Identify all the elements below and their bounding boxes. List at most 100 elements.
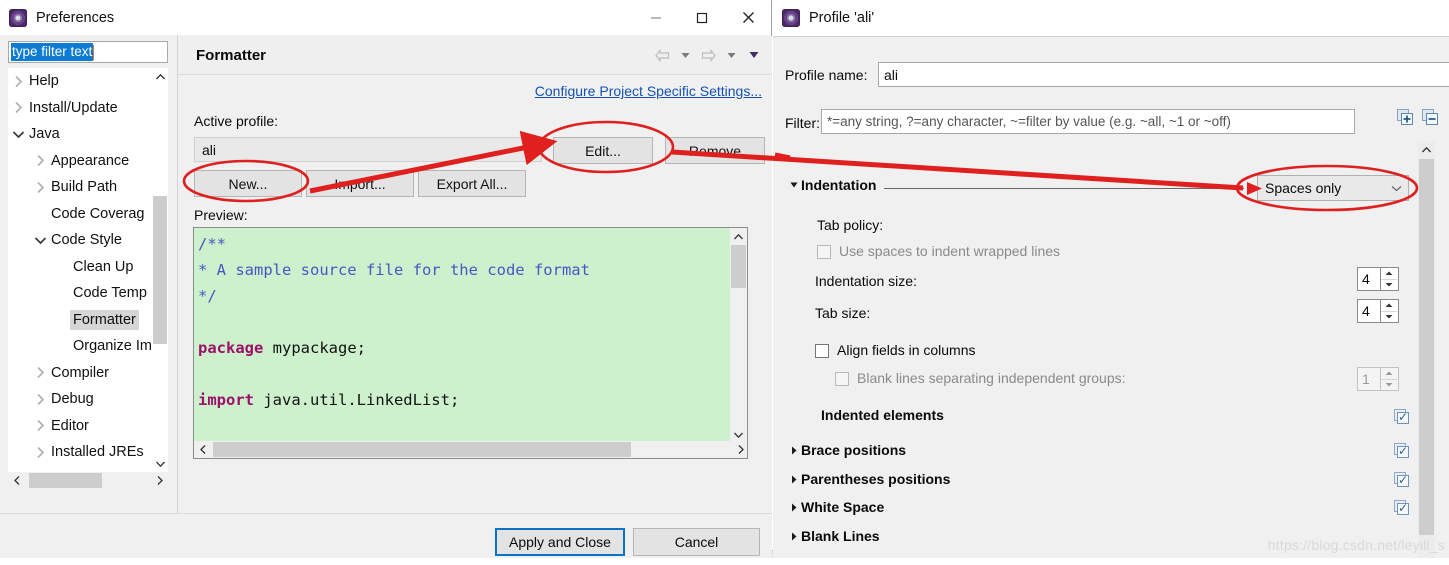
- back-dropdown-icon[interactable]: [675, 44, 695, 66]
- tab-size-stepper[interactable]: 4: [1357, 299, 1399, 323]
- scroll-right-icon[interactable]: [151, 472, 168, 489]
- expand-all-icon[interactable]: [1397, 109, 1414, 126]
- import-profile-button[interactable]: Import...: [306, 170, 414, 197]
- blank-lines-groups-label: Blank lines separating independent group…: [857, 370, 1126, 386]
- chevron-right-icon[interactable]: [32, 174, 48, 200]
- search-input[interactable]: type filter text: [8, 41, 168, 63]
- cancel-button[interactable]: Cancel: [633, 528, 760, 556]
- tree-vertical-scrollbar[interactable]: [152, 68, 168, 472]
- settings-vertical-scrollbar[interactable]: [1418, 141, 1435, 565]
- use-spaces-wrapped-checkbox[interactable]: [817, 245, 831, 259]
- white-space-checkbox[interactable]: ✓: [1394, 500, 1409, 515]
- align-fields-checkbox[interactable]: [815, 344, 829, 358]
- chevron-right-icon[interactable]: [32, 360, 48, 386]
- configure-project-settings-link[interactable]: Configure Project Specific Settings...: [535, 83, 762, 99]
- stepper-up-icon[interactable]: [1381, 300, 1397, 312]
- tree-item-appearance[interactable]: Appearance: [8, 148, 152, 175]
- section-indented-elements[interactable]: Indented elements: [821, 407, 944, 423]
- back-arrow-icon[interactable]: [652, 44, 672, 66]
- settings-scroll-thumb[interactable]: [1419, 159, 1434, 535]
- preferences-tree[interactable]: Help Install/Update Java Appearance Build Pa…: [8, 68, 168, 489]
- scroll-up-icon[interactable]: [730, 228, 747, 245]
- scroll-down-icon[interactable]: [152, 455, 168, 472]
- section-white-space[interactable]: White Space: [787, 499, 884, 515]
- chevron-right-icon[interactable]: [32, 413, 48, 439]
- hscroll-track[interactable]: [25, 472, 151, 489]
- tree-item-editor[interactable]: Editor: [8, 413, 152, 440]
- tree-item-debug[interactable]: Debug: [8, 386, 152, 413]
- blank-lines-groups-stepper[interactable]: 1: [1357, 367, 1399, 391]
- section-brace-positions[interactable]: Brace positions: [787, 442, 906, 458]
- hscroll-thumb[interactable]: [213, 442, 631, 457]
- forward-arrow-icon[interactable]: [698, 44, 718, 66]
- section-blank-lines[interactable]: Blank Lines: [787, 528, 880, 544]
- forward-dropdown-icon[interactable]: [721, 44, 741, 66]
- hscroll-thumb[interactable]: [29, 473, 102, 488]
- chevron-right-icon[interactable]: [32, 439, 48, 465]
- section-parentheses-positions[interactable]: Parentheses positions: [787, 471, 950, 487]
- tree-item-installed-jres[interactable]: Installed JREs: [8, 439, 152, 466]
- tree-item-build-path[interactable]: Build Path: [8, 174, 152, 201]
- stepper-up-icon[interactable]: [1381, 368, 1397, 380]
- section-indentation[interactable]: Indentation: [787, 177, 876, 193]
- stepper-down-icon[interactable]: [1381, 312, 1397, 323]
- stepper-up-icon[interactable]: [1381, 268, 1397, 280]
- chevron-right-icon[interactable]: [10, 68, 26, 94]
- hscroll-track[interactable]: [211, 441, 732, 458]
- tree-item-clean-up[interactable]: Clean Up: [8, 254, 152, 281]
- chevron-right-icon[interactable]: [32, 386, 48, 412]
- apply-and-close-button[interactable]: Apply and Close: [495, 528, 625, 556]
- preview-scroll-thumb[interactable]: [731, 245, 746, 288]
- new-profile-button[interactable]: New...: [194, 170, 302, 197]
- scroll-right-icon[interactable]: [732, 441, 747, 458]
- formatter-settings-tree[interactable]: Indentation Tab policy: Use spaces to in…: [779, 141, 1435, 565]
- tree-item-code-temp[interactable]: Code Temp: [8, 280, 152, 307]
- chevron-right-icon[interactable]: [10, 95, 26, 121]
- stepper-arrows[interactable]: [1380, 300, 1397, 322]
- tree-item-compiler[interactable]: Compiler: [8, 360, 152, 387]
- chevron-down-icon[interactable]: [32, 227, 48, 253]
- scroll-left-icon[interactable]: [8, 472, 25, 489]
- tree-item-help[interactable]: Help: [8, 68, 152, 95]
- brace-positions-checkbox[interactable]: ✓: [1394, 443, 1409, 458]
- scroll-up-icon[interactable]: [1418, 141, 1435, 158]
- remove-profile-button[interactable]: Remove: [665, 137, 765, 164]
- tree-item-organize-im[interactable]: Organize Im: [8, 333, 152, 360]
- collapse-all-icon[interactable]: [1422, 109, 1439, 126]
- tree-item-code-style[interactable]: Code Style: [8, 227, 152, 254]
- tree-item-java[interactable]: Java: [8, 121, 152, 148]
- tree-item-install-update[interactable]: Install/Update: [8, 95, 152, 122]
- parentheses-positions-checkbox[interactable]: ✓: [1394, 472, 1409, 487]
- scroll-left-icon[interactable]: [194, 441, 211, 458]
- tree-item-formatter[interactable]: Formatter: [8, 307, 152, 334]
- active-profile-select[interactable]: ali: [194, 137, 542, 162]
- tree-scroll-thumb[interactable]: [153, 196, 167, 344]
- settings-filter-input[interactable]: *=any string, ?=any character, ~=filter …: [821, 109, 1355, 134]
- scroll-up-icon[interactable]: [152, 68, 168, 85]
- tree-item-label: Organize Im: [73, 338, 152, 355]
- stepper-arrows[interactable]: [1380, 368, 1397, 390]
- blank-lines-groups-checkbox[interactable]: [835, 372, 849, 386]
- tree-horizontal-scrollbar[interactable]: [8, 472, 168, 489]
- minimize-icon[interactable]: [633, 0, 679, 35]
- stepper-down-icon[interactable]: [1381, 280, 1397, 291]
- stepper-down-icon[interactable]: [1381, 380, 1397, 391]
- maximize-icon[interactable]: [679, 0, 725, 35]
- code-preview[interactable]: /** * A sample source file for the code f…: [193, 227, 748, 459]
- view-menu-icon[interactable]: [744, 44, 764, 66]
- export-all-button[interactable]: Export All...: [418, 170, 526, 197]
- chevron-right-icon[interactable]: [32, 148, 48, 174]
- stepper-arrows[interactable]: [1380, 268, 1397, 290]
- indentation-size-stepper[interactable]: 4: [1357, 267, 1399, 291]
- preview-horizontal-scrollbar[interactable]: [194, 441, 747, 458]
- chevron-down-icon[interactable]: [10, 121, 26, 147]
- tree-item-code-coverag[interactable]: Code Coverag: [8, 201, 152, 228]
- indented-elements-checkbox[interactable]: ✓: [1394, 409, 1409, 424]
- use-spaces-wrapped-label: Use spaces to indent wrapped lines: [839, 243, 1061, 259]
- profile-name-input[interactable]: ali: [878, 62, 1449, 87]
- edit-profile-button[interactable]: Edit...: [553, 137, 653, 164]
- close-icon[interactable]: [725, 0, 771, 35]
- tab-policy-select[interactable]: Spaces only: [1257, 175, 1409, 201]
- preview-vertical-scrollbar[interactable]: [730, 228, 747, 443]
